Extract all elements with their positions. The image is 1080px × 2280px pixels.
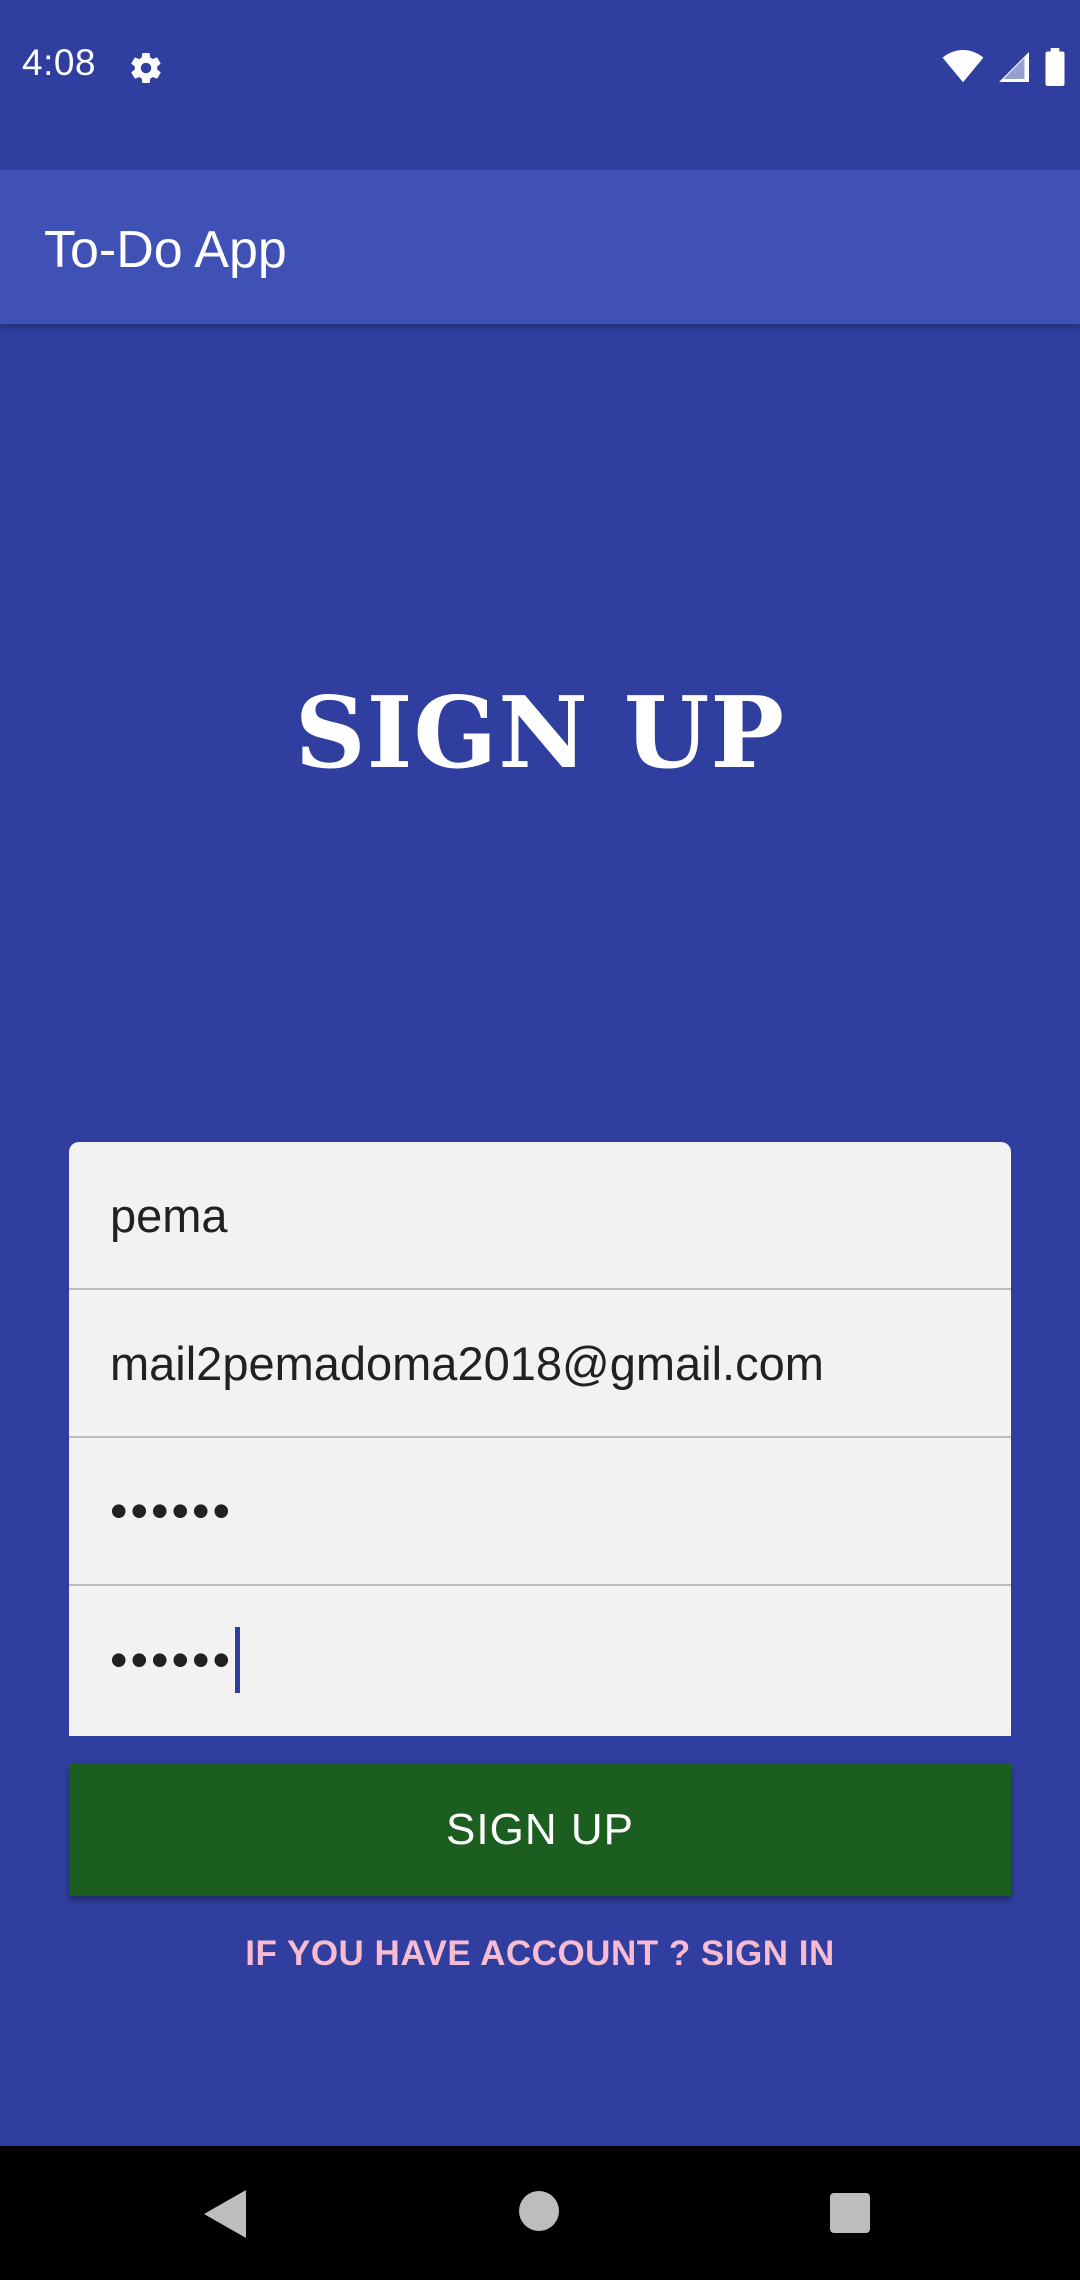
password-value: •••••• bbox=[110, 1483, 234, 1539]
confirm-password-value: •••••• bbox=[110, 1632, 234, 1688]
page-title: SIGN UP bbox=[294, 676, 786, 791]
back-icon[interactable] bbox=[204, 2190, 246, 2238]
signal-icon bbox=[999, 52, 1029, 82]
app-bar: To-Do App bbox=[0, 170, 1080, 324]
signup-button[interactable]: SIGN UP bbox=[69, 1764, 1011, 1896]
confirm-password-field[interactable]: •••••• bbox=[69, 1586, 1011, 1734]
name-field[interactable]: pema bbox=[69, 1142, 1011, 1290]
signup-form: pema mail2pemadoma2018@gmail.com •••••• … bbox=[69, 1142, 1011, 1736]
password-field[interactable]: •••••• bbox=[69, 1438, 1011, 1586]
signin-link[interactable]: IF YOU HAVE ACCOUNT ? SIGN IN bbox=[0, 1934, 1080, 1974]
email-field[interactable]: mail2pemadoma2018@gmail.com bbox=[69, 1290, 1011, 1438]
home-icon[interactable] bbox=[519, 2191, 559, 2231]
status-time: 4:08 bbox=[22, 42, 97, 83]
wifi-icon bbox=[942, 50, 984, 83]
email-value: mail2pemadoma2018@gmail.com bbox=[110, 1336, 824, 1390]
battery-icon bbox=[1045, 48, 1065, 86]
navigation-bar bbox=[0, 2146, 1080, 2280]
text-cursor bbox=[235, 1627, 241, 1693]
status-icons bbox=[942, 48, 1066, 86]
name-value: pema bbox=[110, 1188, 228, 1242]
status-bar: 4:08 bbox=[0, 0, 1080, 170]
gear-icon bbox=[131, 53, 161, 84]
app-title: To-Do App bbox=[44, 221, 287, 279]
recents-icon[interactable] bbox=[830, 2193, 870, 2233]
